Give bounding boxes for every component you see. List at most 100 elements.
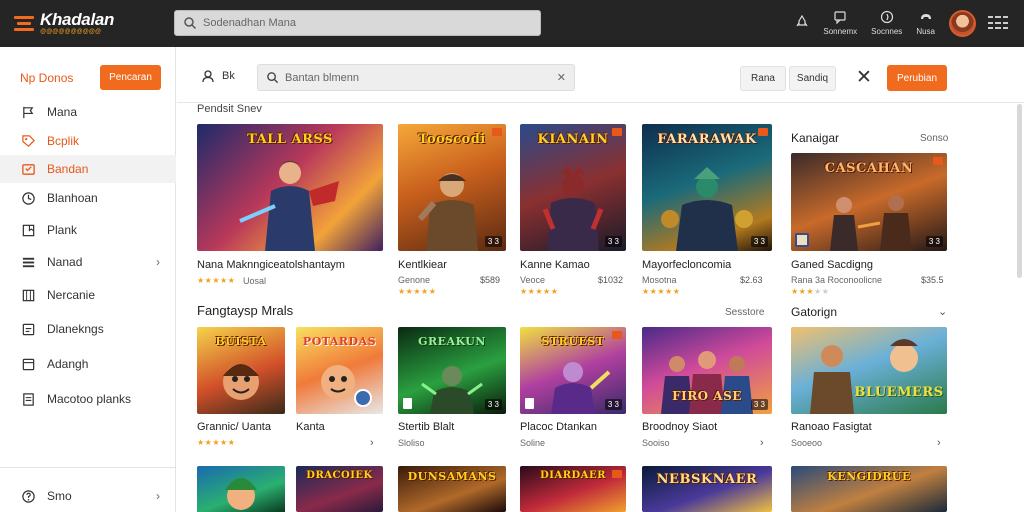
sidebar-item-nanad[interactable]: Nanad ›: [0, 248, 176, 276]
game-thumbnail[interactable]: POTARDAS: [296, 327, 383, 414]
close-icon[interactable]: ✕: [854, 67, 874, 88]
game-subtitle: Sooeoo: [791, 438, 823, 448]
game-thumbnail[interactable]: [197, 466, 285, 512]
game-badge: 3 3: [925, 236, 943, 247]
game-card[interactable]: KENGIDRUE: [791, 466, 947, 512]
game-card[interactable]: DRACOIEK: [296, 466, 383, 512]
bookmark-icon: [933, 157, 943, 165]
sidebar-item-adangh[interactable]: Adangh: [0, 350, 176, 378]
game-price: $1032: [598, 275, 624, 285]
game-thumbnail[interactable]: DRACOIEK: [296, 466, 383, 512]
game-name: Ganed Sacdigng: [791, 259, 873, 271]
game-card[interactable]: BLUEMERS Ranoao Fasigtat Sooeoo ›: [791, 327, 947, 452]
game-name: Broodnoy Siaot: [642, 421, 718, 433]
chevron-down-icon[interactable]: ⌄: [938, 305, 947, 318]
game-badge: 3 3: [604, 399, 622, 410]
game-name: Kanne Kamao: [520, 259, 590, 271]
global-search[interactable]: [174, 10, 541, 36]
toolbar-button-sandiq[interactable]: Sandiq: [789, 66, 836, 91]
game-card[interactable]: POTARDAS Kanta ›: [296, 327, 383, 452]
sidebar-item-nercanie[interactable]: Nercanie: [0, 281, 176, 309]
rocket-icon: [796, 14, 808, 26]
bookmark-icon: [612, 128, 622, 136]
game-badge: 3 3: [750, 399, 768, 410]
top-action-controller[interactable]: Nusa: [916, 10, 935, 36]
game-subtitle: Soline: [520, 438, 546, 448]
game-thumbnail[interactable]: NEBSKNAER: [642, 466, 772, 512]
game-thumbnail[interactable]: Tooscodi 3 3: [398, 124, 506, 251]
game-card[interactable]: KIANAIN 3 3 Kanne Kamao Veoce $1032 ★★★★…: [520, 124, 626, 296]
game-card[interactable]: GREAKUN 3 3 Stertib Blalt Sloliso: [398, 327, 506, 452]
rating-stars: ★★★★★: [197, 276, 236, 285]
top-action-chat[interactable]: Sonnemx: [823, 10, 857, 36]
sidebar-item-mana[interactable]: Mana: [0, 98, 176, 126]
game-card[interactable]: DIARDAER: [520, 466, 626, 512]
toolbar-primary-button[interactable]: Perubian: [887, 65, 947, 91]
flag-icon: [20, 104, 36, 120]
app-logo[interactable]: Khadalan @@@@@@@@@@: [14, 9, 114, 37]
sidebar: Np Donos Pencaran Mana Bcplik Bandan Bla…: [0, 47, 176, 512]
game-card[interactable]: FIRO ASE 3 3 Broodnoy Siaot Sooiso ›: [642, 327, 772, 452]
store-icon: [20, 161, 36, 177]
game-thumbnail[interactable]: GREAKUN 3 3: [398, 327, 506, 414]
search-icon: [184, 17, 197, 30]
chevron-right-icon[interactable]: ›: [760, 437, 764, 449]
game-card[interactable]: FARARAWAK 3 3 Mayorfecloncomia Mosotna $…: [642, 124, 772, 296]
game-card[interactable]: CASCAHAN 3 3 Ganed Sacdigng Rana 3a Roco…: [791, 153, 947, 296]
game-price: $589: [480, 275, 501, 285]
game-thumbnail[interactable]: KENGIDRUE: [791, 466, 947, 512]
main-scrollbar[interactable]: [1017, 104, 1022, 278]
game-card[interactable]: STRUEST 3 3 Placoc Dtankan Soline: [520, 327, 626, 452]
side-section-link[interactable]: Sonso: [920, 133, 948, 144]
compass-icon: [880, 10, 893, 24]
sidebar-item-dlanekngs[interactable]: Dlanekngs: [0, 315, 176, 343]
toolbar-user[interactable]: Bk: [201, 69, 235, 83]
game-card[interactable]: TALL ARSS Nana Maknngiceatolshantaym ★★★…: [197, 124, 383, 294]
game-badge: 3 3: [484, 399, 502, 410]
sidebar-item-bcplik[interactable]: Bcplik: [0, 127, 176, 155]
global-search-input[interactable]: [203, 17, 503, 29]
game-thumbnail[interactable]: DIARDAER: [520, 466, 626, 512]
hero-figure-image: [421, 366, 483, 414]
game-card[interactable]: DUNSAMANS: [398, 466, 506, 512]
clear-search-icon[interactable]: ✕: [557, 71, 566, 84]
rating-stars: ★★★★★: [398, 287, 437, 296]
game-card[interactable]: Tooscodi 3 3 Kentlkiear Genone $589 ★★★★…: [398, 124, 506, 296]
sidebar-item-macotoo-planks[interactable]: Macotoo planks: [0, 385, 176, 413]
avatar[interactable]: [949, 9, 976, 37]
game-subtitle: Uosal: [243, 276, 267, 286]
toolbar-button-rana[interactable]: Rana: [740, 66, 786, 91]
bookmark-icon: [612, 331, 622, 339]
content-search-input[interactable]: [285, 71, 545, 84]
chevron-right-icon[interactable]: ›: [937, 437, 941, 449]
game-thumbnail[interactable]: BUISTA: [197, 327, 285, 414]
cartoon-character-image: [223, 364, 259, 400]
top-action-compass[interactable]: Socnnes: [871, 10, 902, 36]
apps-menu-icon[interactable]: [988, 16, 1008, 30]
game-thumbnail[interactable]: FIRO ASE 3 3: [642, 327, 772, 414]
top-action-rocket[interactable]: [795, 14, 809, 32]
game-thumbnail[interactable]: BLUEMERS: [791, 327, 947, 414]
game-card[interactable]: BUISTA Grannic/ Uanta ★★★★★: [197, 327, 285, 452]
content-search[interactable]: ✕: [257, 64, 575, 91]
game-card[interactable]: NEBSKNAER: [642, 466, 772, 512]
sidebar-item-plank[interactable]: Plank: [0, 216, 176, 244]
chevron-right-icon[interactable]: ›: [370, 437, 374, 449]
game-thumbnail[interactable]: TALL ARSS: [197, 124, 383, 251]
game-name: Placoc Dtankan: [520, 421, 598, 433]
hero-figure-image: [417, 173, 478, 251]
game-thumbnail[interactable]: CASCAHAN 3 3: [791, 153, 947, 251]
game-thumbnail[interactable]: FARARAWAK 3 3: [642, 124, 772, 251]
clock-icon: [20, 190, 36, 206]
top-bar: Khadalan @@@@@@@@@@ Sonnemx Socnnes Nusa: [0, 0, 1024, 47]
sidebar-item-bandan[interactable]: Bandan: [0, 155, 176, 183]
game-card[interactable]: [197, 466, 285, 512]
game-thumbnail[interactable]: STRUEST 3 3: [520, 327, 626, 414]
sidebar-item-blanhoan[interactable]: Blanhoan: [0, 184, 176, 212]
sidebar-item-smo[interactable]: Smo ›: [0, 482, 176, 510]
sidebar-header-button[interactable]: Pencaran: [100, 65, 161, 90]
section-link[interactable]: Sesstore: [725, 307, 764, 318]
game-thumbnail[interactable]: KIANAIN 3 3: [520, 124, 626, 251]
game-thumbnail[interactable]: DUNSAMANS: [398, 466, 506, 512]
document-icon: [20, 391, 36, 407]
